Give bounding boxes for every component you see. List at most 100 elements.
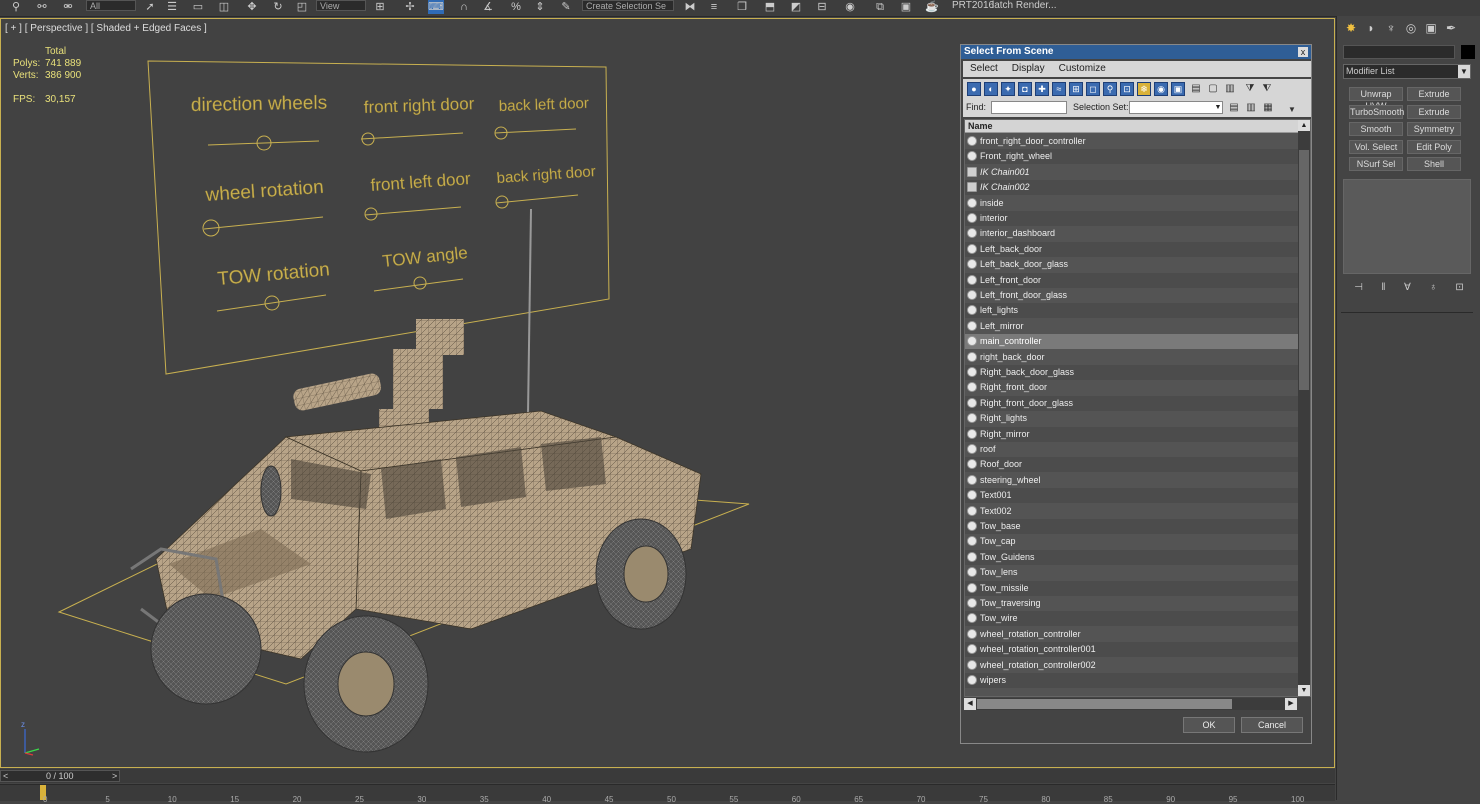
window-crossing-icon[interactable]: ◫ bbox=[216, 0, 232, 14]
list-item[interactable]: interior_dashboard bbox=[965, 226, 1298, 241]
object-color-swatch[interactable] bbox=[1461, 45, 1475, 59]
link-icon[interactable]: ⚲ bbox=[8, 0, 24, 14]
manipulate-icon[interactable]: ✢ bbox=[402, 0, 418, 14]
list-item[interactable]: main_controller bbox=[965, 334, 1298, 350]
display-helpers-icon[interactable]: ✚ bbox=[1035, 82, 1049, 96]
list-item[interactable]: Text002 bbox=[965, 504, 1298, 519]
list-item[interactable]: Right_mirror bbox=[965, 426, 1298, 442]
display-containers-icon[interactable]: ⊡ bbox=[1120, 82, 1134, 96]
list-item[interactable]: IK Chain001 bbox=[965, 165, 1298, 180]
display-spacewarps-icon[interactable]: ≈ bbox=[1052, 82, 1066, 96]
list-item[interactable]: wheel_rotation_controller001 bbox=[965, 642, 1298, 658]
layer-manager-icon[interactable]: ❐ bbox=[734, 0, 750, 14]
options-chevron-icon[interactable]: ▼ bbox=[1285, 103, 1299, 117]
next-frame-arrow[interactable]: > bbox=[112, 771, 117, 782]
list-item[interactable]: Tow_lens bbox=[965, 565, 1298, 580]
edit-named-sel-icon[interactable]: ✎ bbox=[558, 0, 574, 14]
modify-tab-icon[interactable]: ◗ bbox=[1363, 20, 1379, 36]
pin-stack-icon[interactable]: ⊣ bbox=[1354, 282, 1363, 296]
close-button[interactable]: x bbox=[1298, 47, 1308, 57]
list-item[interactable]: Tow_missile bbox=[965, 580, 1298, 596]
menu-display[interactable]: Display bbox=[1005, 61, 1052, 77]
list-item[interactable]: Tow_traversing bbox=[965, 596, 1298, 611]
modifier-list-dropdown[interactable]: Modifier List ▼ bbox=[1343, 64, 1471, 79]
sel-set-add-icon[interactable]: ▤ bbox=[1227, 101, 1241, 115]
modifier-stack[interactable] bbox=[1343, 179, 1471, 274]
modifier-button[interactable]: Extrude bbox=[1407, 87, 1461, 101]
display-geometry-icon[interactable]: ● bbox=[967, 82, 981, 96]
spinner-snap-icon[interactable]: ⇕ bbox=[532, 0, 548, 14]
scroll-left-icon[interactable]: ◀ bbox=[964, 698, 976, 710]
list-item[interactable]: Right_front_door bbox=[965, 380, 1298, 395]
list-item[interactable]: interior bbox=[965, 211, 1298, 226]
modifier-button[interactable]: Smooth bbox=[1349, 122, 1403, 136]
create-tab-icon[interactable]: ✸ bbox=[1343, 20, 1359, 36]
reference-coord-dropdown[interactable]: View bbox=[316, 0, 366, 11]
prt-label[interactable]: PRT2016 bbox=[952, 0, 994, 12]
list-item[interactable]: steering_wheel bbox=[965, 473, 1298, 488]
horizontal-scrollbar[interactable]: ◀ ▶ bbox=[964, 698, 1297, 710]
scale-icon[interactable]: ◰ bbox=[294, 0, 310, 14]
display-bones-icon[interactable]: ⚲ bbox=[1103, 82, 1117, 96]
configure-modifier-sets-icon[interactable]: ⊡ bbox=[1455, 282, 1463, 296]
render-setup-icon[interactable]: ⧉ bbox=[872, 0, 888, 14]
scroll-up-icon[interactable]: ▲ bbox=[1298, 120, 1310, 131]
humvee-model[interactable] bbox=[130, 319, 702, 753]
scroll-right-icon[interactable]: ▶ bbox=[1285, 698, 1297, 710]
display-cameras-icon[interactable]: ◘ bbox=[1018, 82, 1032, 96]
list-item[interactable]: Left_front_door_glass bbox=[965, 288, 1298, 303]
prev-frame-arrow[interactable]: < bbox=[3, 771, 8, 782]
vertical-scroll-thumb[interactable] bbox=[1299, 150, 1309, 390]
select-by-name-icon[interactable]: ☰ bbox=[164, 0, 180, 14]
display-shapes-icon[interactable]: ◐ bbox=[984, 82, 998, 96]
modifier-button[interactable]: Shell bbox=[1407, 157, 1461, 171]
slider-knob-tow-angle[interactable] bbox=[413, 276, 427, 290]
batch-render-label[interactable]: latch Render... bbox=[992, 0, 1056, 12]
list-item[interactable]: Tow_cap bbox=[965, 534, 1298, 549]
angle-snap-icon[interactable]: ∡ bbox=[480, 0, 496, 14]
vertical-scrollbar[interactable]: ▲ ▼ bbox=[1298, 120, 1310, 696]
list-item[interactable]: Left_front_door bbox=[965, 272, 1298, 288]
bind-icon[interactable]: ⚮ bbox=[60, 0, 76, 14]
list-item[interactable]: Left_mirror bbox=[965, 319, 1298, 334]
list-item[interactable]: Right_front_door_glass bbox=[965, 395, 1298, 411]
unlink-icon[interactable]: ⚯ bbox=[34, 0, 50, 14]
select-all-icon[interactable]: ▤ bbox=[1189, 82, 1203, 96]
list-item[interactable]: left_lights bbox=[965, 303, 1298, 319]
hierarchy-tab-icon[interactable]: ♆ bbox=[1383, 20, 1399, 36]
modifier-button[interactable]: NSurf Sel bbox=[1349, 157, 1403, 171]
list-item[interactable]: wipers bbox=[965, 673, 1298, 688]
list-item[interactable]: Roof_door bbox=[965, 457, 1298, 473]
list-item[interactable]: wheel_rotation_controller bbox=[965, 627, 1298, 642]
list-item[interactable]: Right_lights bbox=[965, 411, 1298, 426]
display-frozen-icon[interactable]: ❄ bbox=[1137, 82, 1151, 96]
select-object-icon[interactable]: ➚ bbox=[142, 0, 158, 14]
horizontal-scroll-thumb[interactable] bbox=[977, 699, 1232, 709]
list-item[interactable]: right_back_door bbox=[965, 350, 1298, 365]
display-tab-icon[interactable]: ▣ bbox=[1423, 20, 1439, 36]
filter-icon[interactable]: ⧩ bbox=[1243, 82, 1257, 96]
material-editor-icon[interactable]: ◉ bbox=[842, 0, 858, 14]
list-item[interactable]: front_right_door_controller bbox=[965, 134, 1298, 149]
render-icon[interactable]: ☕ bbox=[924, 0, 940, 14]
utilities-tab-icon[interactable]: ✒ bbox=[1443, 20, 1459, 36]
modifier-button[interactable]: Edit Poly bbox=[1407, 139, 1461, 154]
make-unique-icon[interactable]: ∀ bbox=[1404, 282, 1411, 296]
graphite-tools-icon[interactable]: ⬒ bbox=[762, 0, 778, 14]
display-lights-icon[interactable]: ✦ bbox=[1001, 82, 1015, 96]
list-item[interactable]: IK Chain002 bbox=[965, 180, 1298, 196]
curve-editor-icon[interactable]: ◩ bbox=[788, 0, 804, 14]
snap-icon[interactable]: ∩ bbox=[456, 0, 472, 14]
move-icon[interactable]: ✥ bbox=[244, 0, 260, 14]
modifier-button[interactable]: Extrude bbox=[1407, 104, 1461, 119]
selection-filter-dropdown[interactable]: All bbox=[86, 0, 136, 11]
find-input[interactable] bbox=[991, 101, 1067, 114]
sel-set-remove-icon[interactable]: ▥ bbox=[1244, 101, 1258, 115]
remove-modifier-icon[interactable]: ♁ bbox=[1429, 282, 1437, 296]
menu-select[interactable]: Select bbox=[963, 61, 1005, 77]
list-item[interactable]: roof bbox=[965, 442, 1298, 457]
object-list[interactable]: Name front_right_door_controller Front_ri… bbox=[964, 119, 1311, 697]
modifier-button[interactable]: Vol. Select bbox=[1349, 139, 1403, 154]
list-item[interactable]: Left_back_door bbox=[965, 241, 1298, 257]
time-slider[interactable]: < 0 / 100 > bbox=[0, 770, 120, 782]
